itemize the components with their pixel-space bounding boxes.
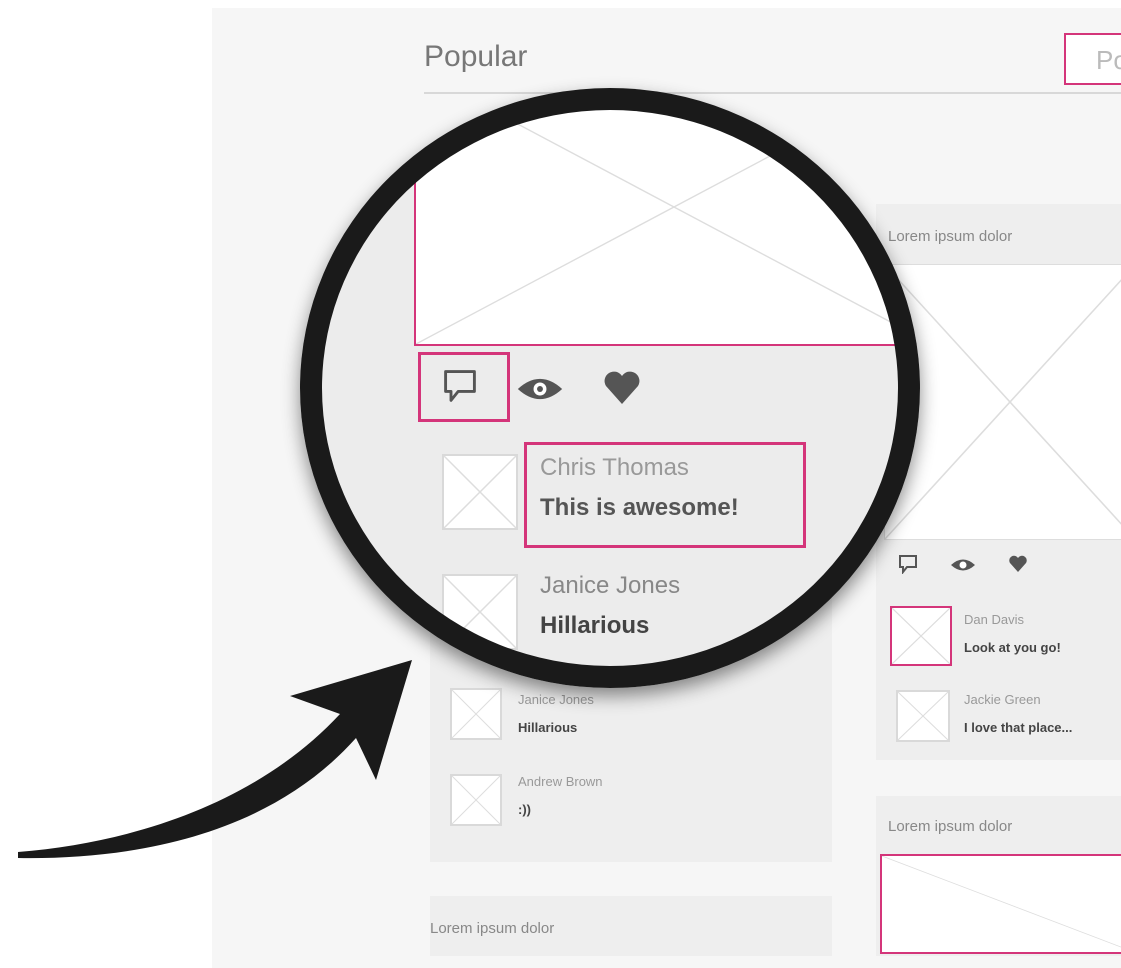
pointer-arrow-icon <box>18 660 412 859</box>
